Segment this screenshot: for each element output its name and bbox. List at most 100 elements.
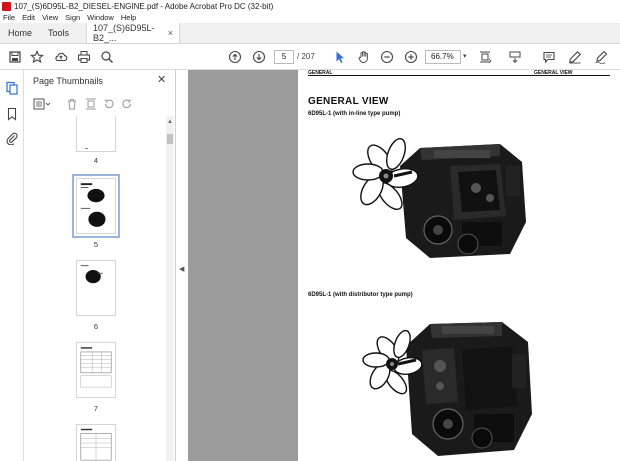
zoom-level-input[interactable]: 66.7% <box>425 50 461 64</box>
thumbnail-page-8[interactable] <box>76 424 116 461</box>
attachments-nav-button[interactable] <box>4 130 20 146</box>
thumbnail-page-6[interactable] <box>76 260 116 316</box>
tab-close-icon[interactable]: × <box>168 28 173 38</box>
thumbnails-nav-button[interactable] <box>4 80 20 96</box>
main-toolbar: 5 / 207 66.7% ▾ <box>0 44 620 70</box>
scroll-mode-button[interactable] <box>506 48 524 66</box>
scrollbar-thumb[interactable] <box>167 134 173 144</box>
page-thumbnails-panel: Page Thumbnails ✕ 4 5 6 7 ▲ <box>24 70 176 461</box>
cloud-upload-icon <box>55 52 68 62</box>
tab-document-label: 107_(S)6D95L-B2_... <box>93 23 155 43</box>
options-menu-icon <box>33 98 51 110</box>
menu-file[interactable]: File <box>3 13 15 22</box>
thumbnail-label: 4 <box>93 156 99 165</box>
fit-page-icon <box>480 51 492 64</box>
thumbnail-label: 5 <box>93 240 99 249</box>
collapse-left-icon[interactable]: ◀ <box>179 265 184 273</box>
title-bar: 107_(S)6D95L-B2_DIESEL-ENGINE.pdf - Adob… <box>0 0 620 12</box>
hand-icon <box>358 51 368 63</box>
section-title: GENERAL VIEW <box>308 96 389 107</box>
rotate-right-icon <box>122 99 132 109</box>
insert-pages-button[interactable] <box>84 97 98 111</box>
bookmarks-nav-button[interactable] <box>4 106 20 122</box>
thumbnail-mark <box>85 148 88 149</box>
thumbnail-page-4[interactable] <box>76 116 116 152</box>
thumbnail-label: 7 <box>93 404 99 413</box>
search-button[interactable] <box>98 48 116 66</box>
zoom-dropdown-icon[interactable]: ▾ <box>463 52 467 60</box>
select-tool-button[interactable] <box>331 48 349 66</box>
keyboard-scroll-icon <box>509 51 521 64</box>
comment-icon <box>543 51 555 64</box>
thumbnail-scrollbar[interactable]: ▲ <box>166 116 174 461</box>
menu-help[interactable]: Help <box>121 13 136 22</box>
print-button[interactable] <box>75 48 93 66</box>
menu-bar: File Edit View Sign Window Help <box>0 12 620 23</box>
tab-home[interactable]: Home <box>0 23 38 43</box>
tab-tools[interactable]: Tools <box>38 23 86 43</box>
menu-view[interactable]: View <box>42 13 58 22</box>
tab-document[interactable]: 107_(S)6D95L-B2_... × <box>86 23 180 43</box>
save-icon <box>9 51 21 63</box>
panel-title: Page Thumbnails <box>33 76 103 86</box>
arrow-down-circle-icon <box>252 50 266 64</box>
comment-button[interactable] <box>540 48 558 66</box>
tab-bar: Home Tools 107_(S)6D95L-B2_... × <box>0 23 620 44</box>
thumbnail-page-6-preview <box>80 265 103 284</box>
star-icon <box>30 50 44 64</box>
window-title: 107_(S)6D95L-B2_DIESEL-ENGINE.pdf - Adob… <box>14 1 274 11</box>
zoom-in-button[interactable] <box>402 48 420 66</box>
insert-page-icon <box>86 98 96 110</box>
arrow-up-circle-icon <box>228 50 242 64</box>
page-fit-button[interactable] <box>476 48 494 66</box>
figure-caption-1: 6D95L-1 (with in-line type pump) <box>308 111 401 117</box>
zoom-out-button[interactable] <box>378 48 396 66</box>
thumbnail-page-5[interactable] <box>72 174 120 238</box>
rotate-left-button[interactable] <box>102 97 116 111</box>
rotate-right-button[interactable] <box>120 97 134 111</box>
page-thumbnails-icon <box>6 81 18 95</box>
paperclip-icon <box>6 132 18 145</box>
thumbnail-page-5-preview <box>80 183 106 227</box>
highlight-button[interactable] <box>566 48 584 66</box>
panel-collapse-strip[interactable]: ◀ <box>176 70 188 461</box>
minus-circle-icon <box>380 50 394 64</box>
trash-icon <box>68 99 76 110</box>
sign-button[interactable] <box>592 48 610 66</box>
header-rule <box>308 75 610 76</box>
thumbnail-options-button[interactable] <box>33 97 51 111</box>
printer-icon <box>77 51 91 63</box>
page-total: / 207 <box>297 52 315 61</box>
scroll-up-icon[interactable]: ▲ <box>166 119 174 125</box>
next-page-button[interactable] <box>250 48 268 66</box>
pen-icon <box>569 51 581 64</box>
bookmark-icon <box>7 107 17 121</box>
panel-toolbar <box>24 96 176 114</box>
bookmark-star-button[interactable] <box>28 48 46 66</box>
menu-sign[interactable]: Sign <box>65 13 80 22</box>
document-viewport[interactable]: GENERAL GENERAL VIEW GENERAL VIEW 6D95L-… <box>188 70 620 461</box>
prev-page-button[interactable] <box>226 48 244 66</box>
thumbnail-page-7[interactable] <box>76 342 116 398</box>
delete-pages-button[interactable] <box>65 97 79 111</box>
panel-close-icon[interactable]: ✕ <box>157 73 166 86</box>
thumbnail-page-7-preview <box>80 347 112 388</box>
rotate-left-icon <box>104 99 114 109</box>
figure-caption-2: 6D95L-1 (with distributor type pump) <box>308 292 413 298</box>
hand-tool-button[interactable] <box>355 48 373 66</box>
save-button[interactable] <box>6 48 24 66</box>
menu-window[interactable]: Window <box>87 13 114 22</box>
cursor-arrow-icon <box>336 51 344 63</box>
upload-cloud-button[interactable] <box>52 48 70 66</box>
acrobat-app-icon <box>2 1 11 11</box>
engine-image-distributor-pump <box>362 322 532 456</box>
thumbnail-label: 6 <box>93 322 99 331</box>
pdf-page: GENERAL GENERAL VIEW GENERAL VIEW 6D95L-… <box>298 70 620 461</box>
engine-image-inline-pump <box>352 138 526 258</box>
plus-circle-icon <box>404 50 418 64</box>
left-nav-rail <box>0 70 24 461</box>
page-number-input[interactable]: 5 <box>274 50 294 64</box>
signature-pen-icon <box>595 50 608 64</box>
thumbnail-list: 4 5 6 7 <box>24 116 166 461</box>
menu-edit[interactable]: Edit <box>22 13 35 22</box>
